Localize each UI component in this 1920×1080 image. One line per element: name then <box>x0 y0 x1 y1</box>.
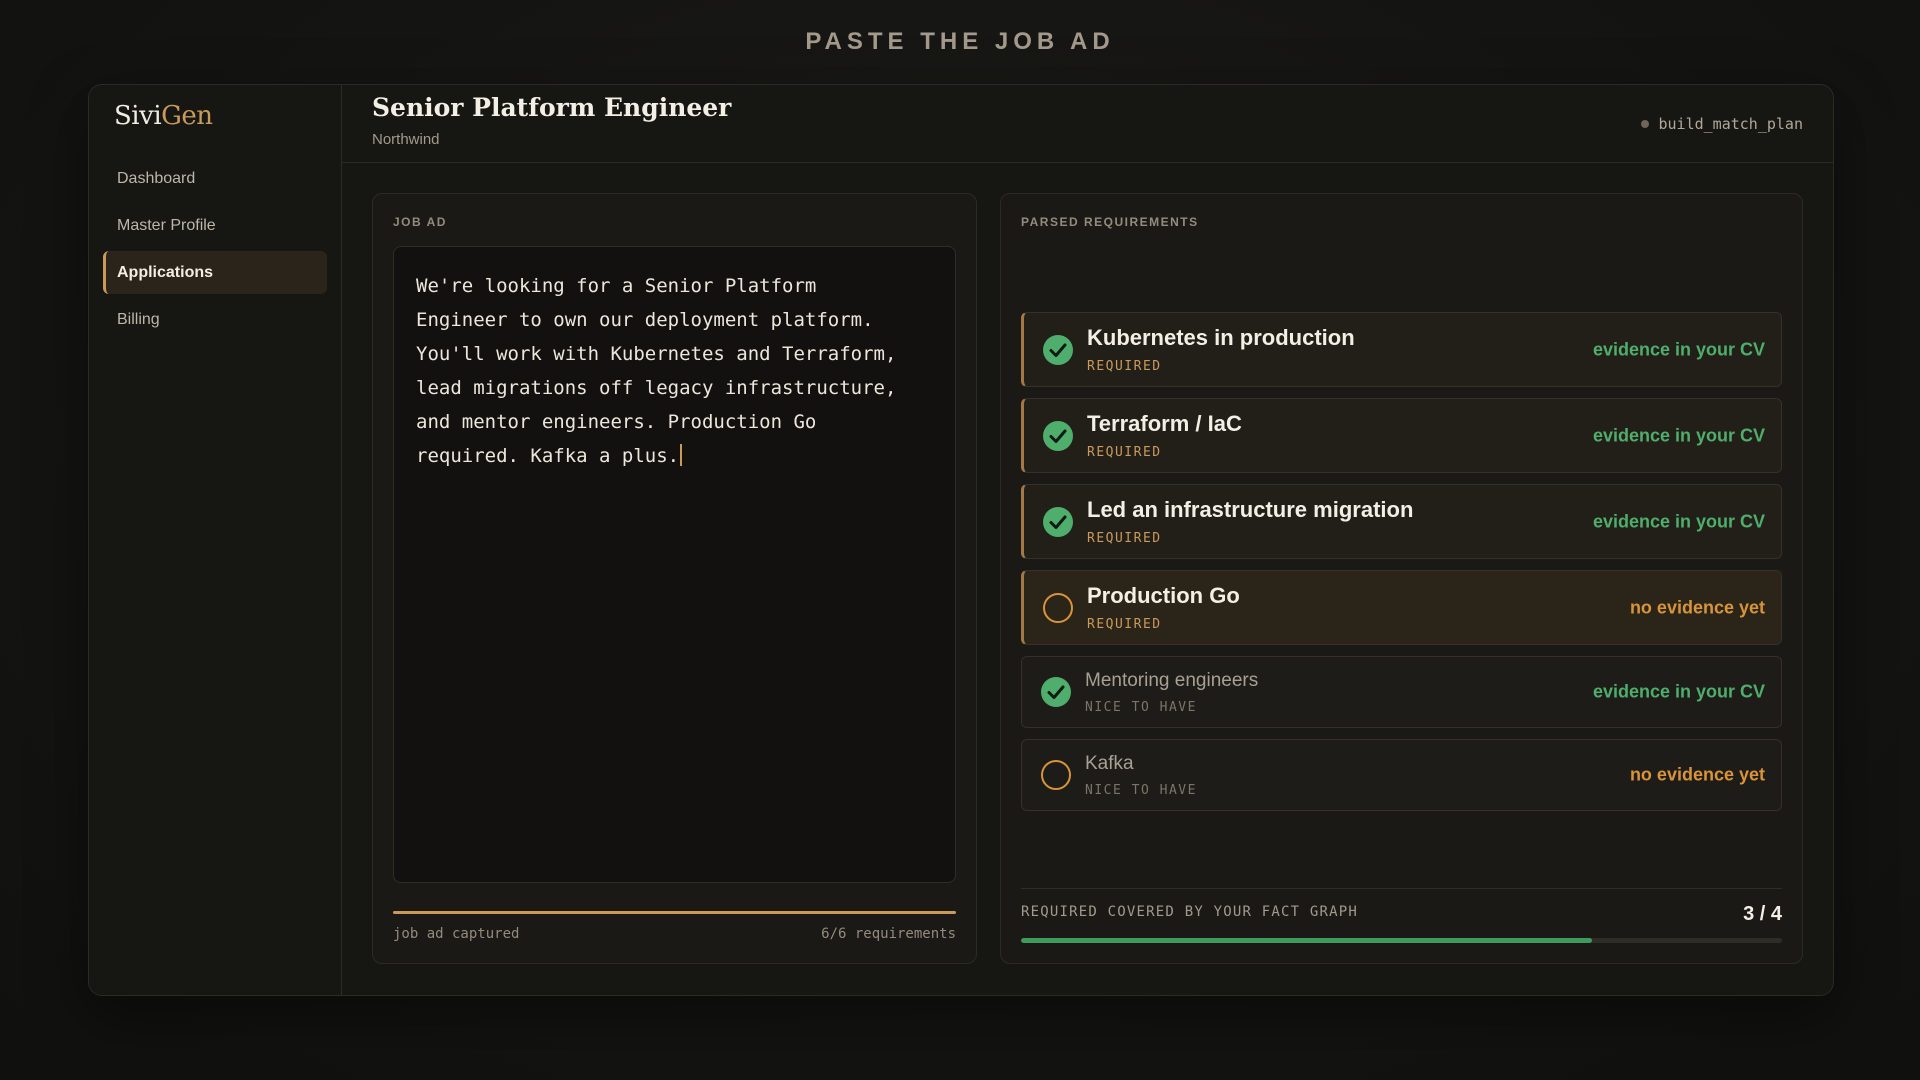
empty-circle-icon <box>1041 760 1071 790</box>
check-circle-icon <box>1043 506 1073 537</box>
requirement-row[interactable]: Kafka NICE TO HAVE no evidence yet <box>1021 739 1782 811</box>
capture-progress-fill <box>393 911 956 914</box>
header: Senior Platform Engineer Northwind build… <box>341 85 1833 163</box>
requirement-name: Kubernetes in production <box>1087 325 1355 350</box>
sidebar: SiviGen Dashboard Master Profile Applica… <box>89 85 342 995</box>
requirement-tag: NICE TO HAVE <box>1085 783 1197 798</box>
company-name: Northwind <box>372 131 440 148</box>
requirement-status: evidence in your CV <box>1592 339 1765 359</box>
requirement-tag: REQUIRED <box>1087 617 1162 632</box>
status-indicator: build_match_plan <box>1640 115 1804 133</box>
requirement-status: evidence in your CV <box>1592 425 1765 445</box>
text-caret <box>680 444 683 466</box>
requirement-name: Kafka <box>1085 753 1134 774</box>
status-dot-icon <box>1640 120 1649 128</box>
requirement-name: Led an infrastructure migration <box>1087 497 1414 522</box>
check-circle-icon <box>1043 334 1073 365</box>
sidebar-item-dashboard[interactable]: Dashboard <box>103 157 327 200</box>
capture-progress-bar <box>393 911 956 914</box>
requirement-name: Mentoring engineers <box>1085 670 1259 691</box>
job-ad-label: JOB AD <box>393 215 447 229</box>
sidebar-item-master-profile[interactable]: Master Profile <box>103 204 327 247</box>
job-ad-textarea[interactable]: We're looking for a Senior Platform Engi… <box>393 246 956 883</box>
coverage-progress-bar <box>1021 938 1782 943</box>
requirement-tag: REQUIRED <box>1087 531 1162 546</box>
requirement-row[interactable]: Kubernetes in production REQUIRED evidence… <box>1021 312 1782 387</box>
requirement-status: evidence in your CV <box>1592 511 1765 531</box>
requirements-list: Kubernetes in production REQUIRED evidence… <box>1021 312 1782 822</box>
page-title: Senior Platform Engineer <box>372 93 732 122</box>
brand-logo-part1: Sivi <box>114 101 162 131</box>
status-text: build_match_plan <box>1658 115 1804 133</box>
job-ad-text: We're looking for a Senior Platform Engi… <box>416 275 897 467</box>
sidebar-item-billing[interactable]: Billing <box>103 298 327 341</box>
brand-logo-part2: Gen <box>161 101 213 131</box>
requirements-panel: PARSED REQUIREMENTS Kubernetes in produc… <box>1000 193 1803 964</box>
app-window: SiviGen Dashboard Master Profile Applica… <box>88 84 1834 996</box>
coverage-count: 3 / 4 <box>1743 903 1782 925</box>
sidebar-nav: Dashboard Master Profile Applications Bi… <box>103 157 327 345</box>
requirement-tag: REQUIRED <box>1087 445 1162 460</box>
requirement-status: evidence in your CV <box>1592 681 1765 702</box>
empty-circle-icon <box>1043 592 1073 623</box>
requirement-row[interactable]: Led an infrastructure migration REQUIRED e… <box>1021 484 1782 559</box>
requirement-name: Terraform / IaC <box>1087 411 1242 436</box>
coverage-progress-fill <box>1021 938 1592 943</box>
requirement-status: no evidence yet <box>1629 597 1765 617</box>
requirements-label: PARSED REQUIREMENTS <box>1021 215 1199 229</box>
requirement-row[interactable]: Production Go REQUIRED no evidence yet <box>1021 570 1782 645</box>
requirement-row[interactable]: Mentoring engineers NICE TO HAVE evidence … <box>1021 656 1782 728</box>
requirement-name: Production Go <box>1087 583 1240 608</box>
coverage-divider <box>1021 888 1782 889</box>
job-ad-panel: JOB AD We're looking for a Senior Platfo… <box>372 193 977 964</box>
requirements-count: 6/6 requirements <box>821 926 956 942</box>
requirement-tag: REQUIRED <box>1087 359 1162 374</box>
page-heading: PASTE THE JOB AD <box>805 28 1115 55</box>
requirement-tag: NICE TO HAVE <box>1085 700 1197 715</box>
coverage-label: REQUIRED COVERED BY YOUR FACT GRAPH <box>1021 904 1359 920</box>
capture-status: job ad captured <box>393 926 520 942</box>
sidebar-item-applications[interactable]: Applications <box>103 251 327 294</box>
brand-logo[interactable]: SiviGen <box>114 101 213 131</box>
check-circle-icon <box>1041 677 1071 707</box>
requirement-status: no evidence yet <box>1629 764 1765 785</box>
main-content: Senior Platform Engineer Northwind build… <box>341 85 1833 995</box>
requirement-row[interactable]: Terraform / IaC REQUIRED evidence in your … <box>1021 398 1782 473</box>
check-circle-icon <box>1043 420 1073 451</box>
